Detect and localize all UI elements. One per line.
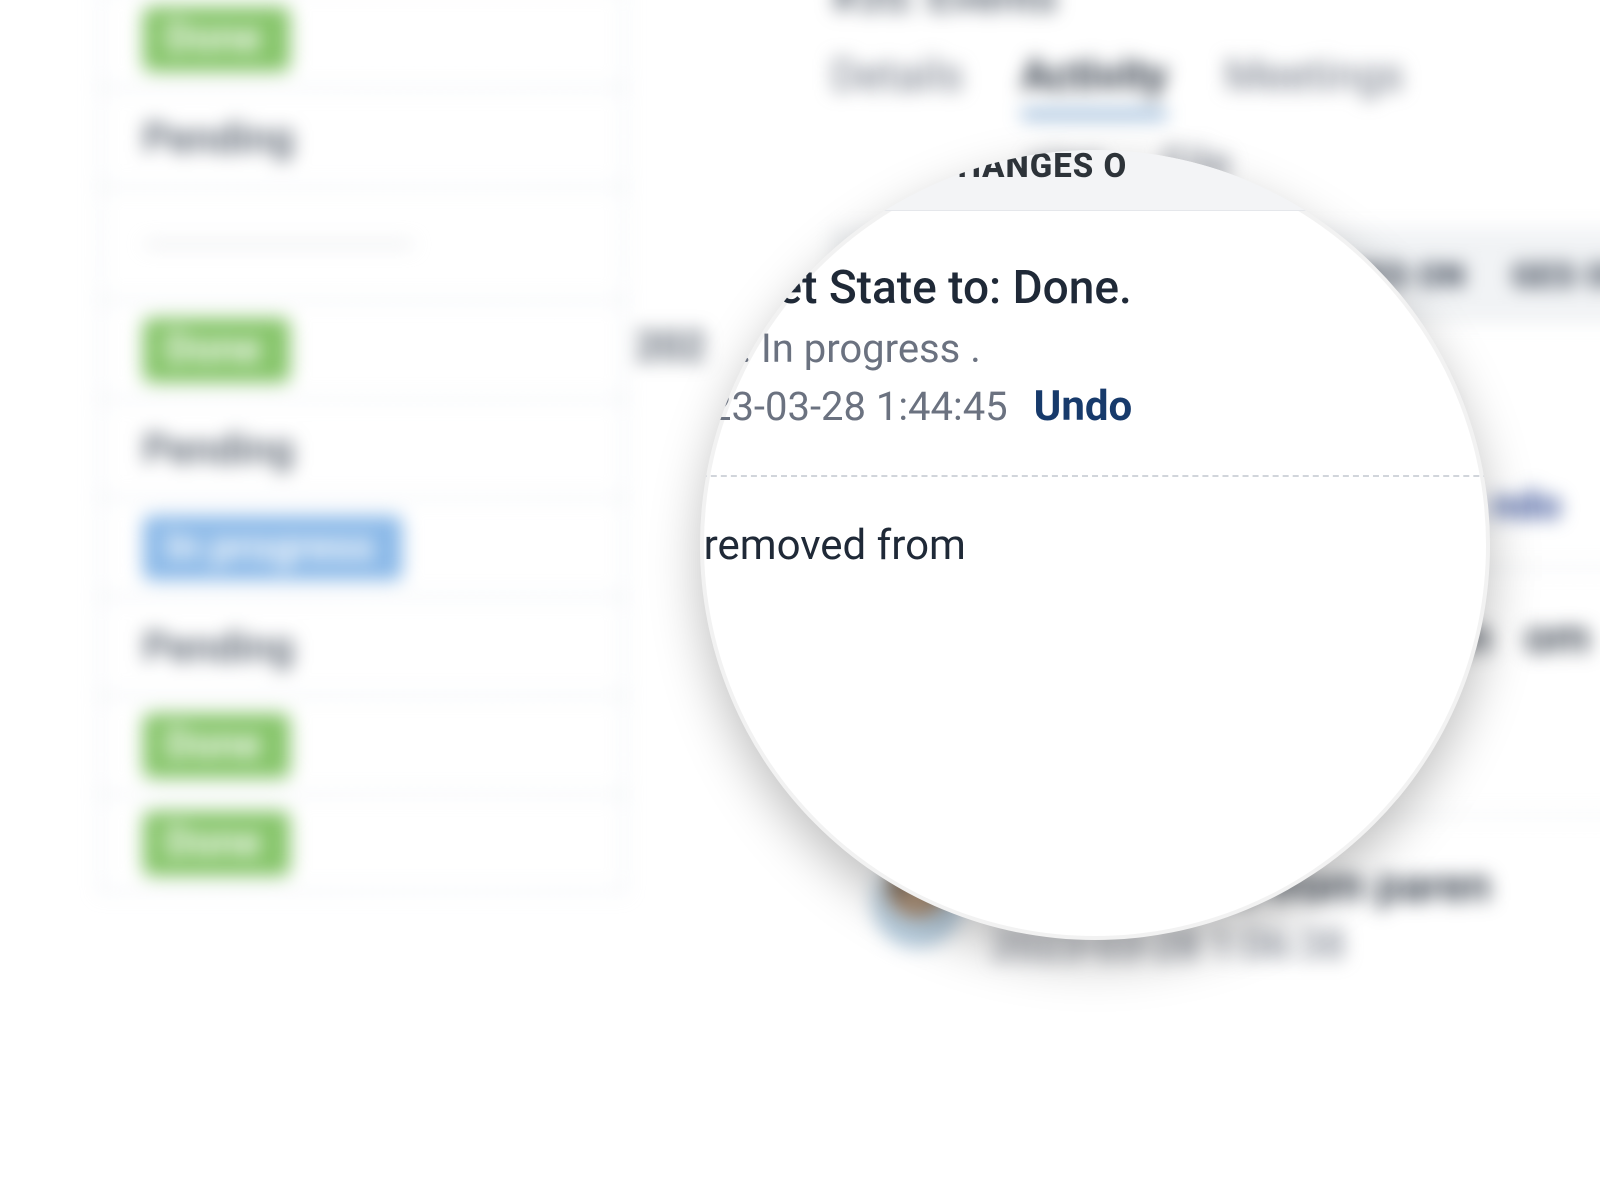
lens-activity-previous-value: Was: In progress . bbox=[700, 325, 1132, 372]
year-fragment: 202 bbox=[635, 322, 706, 370]
state-text-pending[interactable]: Pending bbox=[143, 113, 294, 161]
state-text-pending[interactable]: Pending bbox=[143, 622, 294, 670]
lens-filter-label: FILTER FOR NOTES CHANGES O bbox=[700, 150, 1127, 186]
lens-activity-timestamp: 2023-03-28 1:44:45 bbox=[700, 383, 1008, 430]
state-chip-inprogress[interactable]: In progress bbox=[143, 515, 403, 580]
state-text-pending[interactable]: Pending bbox=[143, 424, 294, 472]
tabs-row-1: Details Activity Meetings bbox=[831, 51, 1600, 117]
tab-meetings[interactable]: Meetings bbox=[1225, 51, 1404, 117]
state-chip-done[interactable]: Done bbox=[143, 713, 290, 778]
undo-link-echo: ndo bbox=[1492, 481, 1562, 529]
lens-activity-entry-2: 'ou removed from bbox=[700, 477, 1490, 570]
tab-activity[interactable]: Activity bbox=[1021, 51, 1167, 117]
state-chip-done[interactable]: Done bbox=[143, 811, 290, 876]
state-chip-done[interactable]: Done bbox=[143, 317, 290, 382]
tab-details[interactable]: Details bbox=[831, 51, 963, 117]
lens-filter-bar: FILTER FOR NOTES CHANGES O bbox=[700, 150, 1490, 211]
item-title: #35: Events bbox=[831, 0, 1600, 22]
lens-activity-entry: You set State to: Done. Was: In progress… bbox=[700, 211, 1490, 477]
state-list: State Start Done Pending Done Pending In… bbox=[100, 0, 625, 893]
magnifier-lens: Dependencies FILTER FOR NOTES CHANGES O … bbox=[700, 150, 1490, 940]
state-chip-done[interactable]: Done bbox=[143, 6, 290, 71]
lens-activity-title: You set State to: Done. bbox=[700, 261, 1132, 315]
undo-link[interactable]: Undo bbox=[1034, 382, 1133, 431]
empty-row-line bbox=[145, 242, 413, 245]
